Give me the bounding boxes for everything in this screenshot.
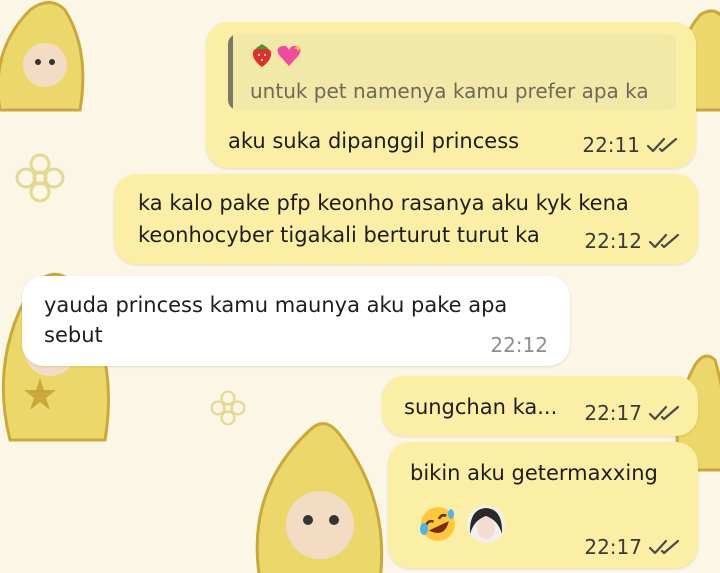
outgoing-message-bubble[interactable]: untuk pet namenya kamu prefer apa ka aku…	[206, 22, 696, 168]
message-text-line: ka kalo pake pfp keonho rasanya aku kyk …	[138, 191, 629, 215]
incoming-message-bubble[interactable]: yauda princess kamu maunya aku pake apa …	[22, 276, 570, 366]
message-text-line: sebut	[44, 323, 103, 347]
read-receipt-double-check-icon	[646, 137, 678, 153]
reply-quote-emojis	[250, 42, 302, 68]
banana-cat-sticker-top-left-icon	[0, 1, 85, 112]
read-receipt-double-check-icon	[648, 233, 680, 249]
outgoing-message-bubble[interactable]: sungchan ka... 22:17	[382, 376, 698, 436]
message-time: 22:12	[584, 229, 642, 253]
message-reactions	[418, 504, 506, 544]
message-text: bikin aku getermaxxing	[410, 461, 658, 485]
reply-quote[interactable]: untuk pet namenya kamu prefer apa ka	[228, 34, 676, 110]
message-text: aku suka dipanggil princess	[228, 129, 520, 153]
read-receipt-double-check-icon	[648, 539, 680, 555]
message-meta: 22:12	[490, 330, 548, 360]
message-time: 22:17	[584, 535, 642, 559]
avatar-sticker-icon	[467, 505, 505, 543]
message-text: sungchan ka...	[404, 395, 558, 419]
outgoing-message-bubble[interactable]: bikin aku getermaxxing 22:17	[388, 442, 698, 568]
message-time: 22:11	[582, 133, 640, 157]
message-time: 22:17	[584, 401, 642, 425]
message-meta: 22:12	[584, 226, 682, 256]
reply-quote-bar	[228, 34, 233, 110]
message-meta: 22:17	[584, 532, 682, 562]
message-time: 22:12	[490, 333, 548, 357]
message-text-line: keonhocyber tigakali berturut turut ka	[138, 223, 540, 247]
message-text-line: yauda princess kamu maunya aku pake apa	[44, 293, 508, 317]
message-meta: 22:11	[582, 130, 680, 160]
outgoing-message-bubble[interactable]: ka kalo pake pfp keonho rasanya aku kyk …	[114, 174, 698, 264]
flower-doodle-icon	[15, 153, 65, 203]
sparkling-heart-icon	[277, 44, 302, 66]
flower-doodle-icon	[210, 390, 246, 426]
rolling-on-floor-laughing-icon	[420, 507, 455, 541]
strawberry-icon	[252, 44, 272, 67]
reply-quote-text: untuk pet namenya kamu prefer apa ka	[250, 79, 649, 103]
message-meta: 22:17	[584, 398, 682, 428]
read-receipt-double-check-icon	[648, 405, 680, 421]
banana-cat-sticker-bottom-icon	[255, 422, 384, 573]
